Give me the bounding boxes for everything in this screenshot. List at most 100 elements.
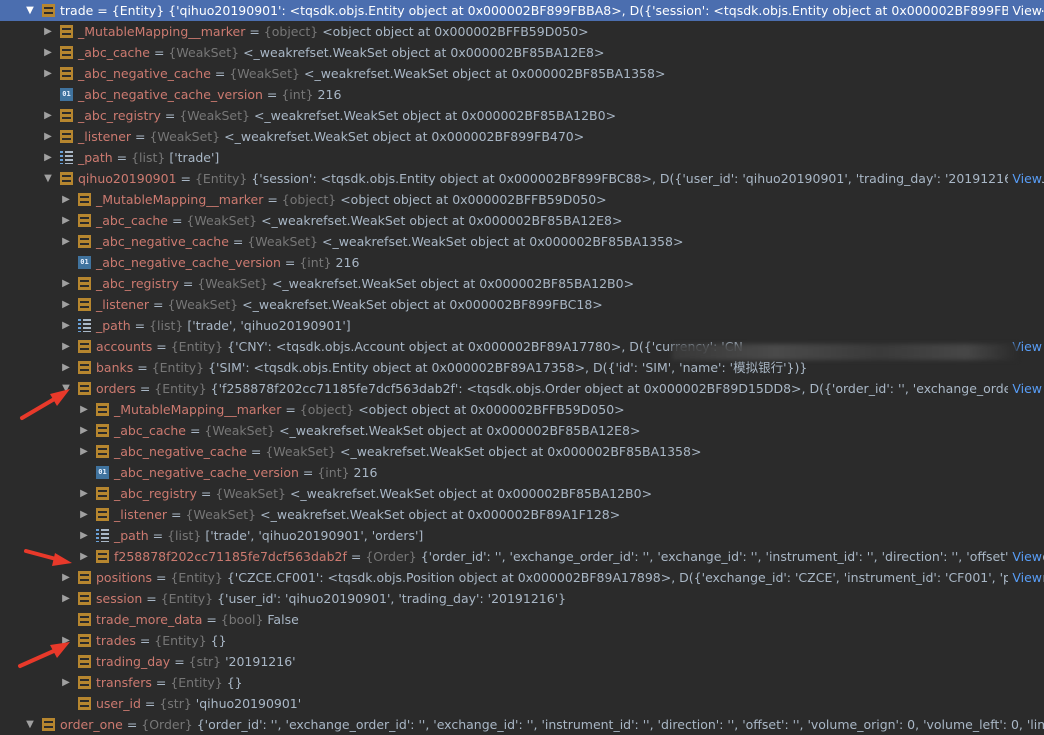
expand-arrow-icon[interactable]: ▶ — [78, 525, 90, 546]
equals-sign: = — [186, 423, 205, 438]
tree-row-abc-cache[interactable]: ▶ _abc_cache = {WeakSet} <_weakrefset.Wea… — [0, 420, 1044, 441]
variable-type: {str} — [159, 696, 192, 711]
expand-arrow-icon[interactable]: ▶ — [42, 21, 54, 42]
expand-arrow-icon[interactable]: ▶ — [42, 42, 54, 63]
variable-name: user_id — [96, 696, 141, 711]
tree-row-abc-negative-cache[interactable]: ▶ _abc_negative_cache = {WeakSet} <_weakr… — [0, 231, 1044, 252]
variable-value: <_weakrefset.WeakSet object at 0x000002B… — [339, 444, 702, 459]
tree-row-abc-registry[interactable]: ▶ _abc_registry = {WeakSet} <_weakrefset.… — [0, 105, 1044, 126]
tree-row-mutablemapping-marker[interactable]: ▶ _MutableMapping__marker = {object} <obj… — [0, 21, 1044, 42]
expand-arrow-icon[interactable]: ▶ — [78, 399, 90, 420]
tree-row-session[interactable]: ▶ session = {Entity} {'user_id': 'qihuo20… — [0, 588, 1044, 609]
tree-row-user-id[interactable]: user_id = {str} 'qihuo20190901' — [0, 693, 1044, 714]
expand-arrow-icon[interactable]: ▶ — [60, 294, 72, 315]
tree-row-mutablemapping-marker[interactable]: ▶ _MutableMapping__marker = {object} <obj… — [0, 399, 1044, 420]
variable-type: {WeakSet} — [247, 234, 318, 249]
expand-arrow-icon[interactable]: ▶ — [78, 441, 90, 462]
tree-row-abc-cache[interactable]: ▶ _abc_cache = {WeakSet} <_weakrefset.Wea… — [0, 210, 1044, 231]
variable-type: {WeakSet} — [186, 213, 258, 228]
collapse-arrow-icon[interactable]: ▼ — [24, 0, 36, 21]
object-type-icon — [96, 403, 109, 416]
view-link[interactable]: View — [1008, 546, 1042, 567]
tree-row-path[interactable]: ▶ _path = {list} ['trade', 'qihuo20190901… — [0, 315, 1044, 336]
expand-arrow-icon[interactable]: ▶ — [60, 567, 72, 588]
view-link[interactable]: View — [1008, 378, 1042, 399]
collapse-arrow-icon[interactable]: ▼ — [60, 378, 72, 399]
expand-arrow-icon[interactable]: ▶ — [42, 105, 54, 126]
expand-arrow-icon[interactable]: ▶ — [78, 504, 90, 525]
expand-arrow-icon[interactable]: ▶ — [60, 210, 72, 231]
tree-row-trade-more-data[interactable]: trade_more_data = {bool} False — [0, 609, 1044, 630]
variable-name: _abc_negative_cache — [96, 234, 229, 249]
expand-arrow-icon[interactable]: ▶ — [78, 546, 90, 567]
view-link[interactable]: View — [1008, 168, 1042, 189]
expand-arrow-icon[interactable]: ▶ — [42, 63, 54, 84]
tree-row-qihuo20190901[interactable]: ▼ qihuo20190901 = {Entity} {'session': <t… — [0, 168, 1044, 189]
view-link[interactable]: View — [1008, 567, 1042, 588]
expand-arrow-icon[interactable]: ▶ — [60, 336, 72, 357]
tree-row-text: f258878f202cc71185fe7dcf563dab2f = {Orde… — [114, 546, 1044, 567]
tree-row-abc-registry[interactable]: ▶ _abc_registry = {WeakSet} <_weakrefset.… — [0, 273, 1044, 294]
tree-row-trades[interactable]: ▶ trades = {Entity} {} — [0, 630, 1044, 651]
tree-row-abc-registry[interactable]: ▶ _abc_registry = {WeakSet} <_weakrefset.… — [0, 483, 1044, 504]
variable-type: {list} — [167, 528, 202, 543]
variable-name: _abc_registry — [114, 486, 197, 501]
tree-row-abc-cache[interactable]: ▶ _abc_cache = {WeakSet} <_weakrefset.Wea… — [0, 42, 1044, 63]
object-type-icon — [60, 25, 73, 38]
tree-row-path[interactable]: ▶ _path = {list} ['trade', 'qihuo20190901… — [0, 525, 1044, 546]
tree-row-transfers[interactable]: ▶ transfers = {Entity} {} — [0, 672, 1044, 693]
expand-arrow-icon[interactable]: ▶ — [42, 147, 54, 168]
variable-value: <_weakrefset.WeakSet object at 0x000002B… — [321, 234, 684, 249]
expand-arrow-icon[interactable]: ▶ — [60, 315, 72, 336]
equals-sign: = — [131, 129, 150, 144]
tree-row-order-one[interactable]: ▼ order_one = {Order} {'order_id': '', 'e… — [0, 714, 1044, 735]
expand-arrow-icon[interactable]: ▶ — [60, 273, 72, 294]
expand-arrow-icon[interactable]: ▶ — [60, 672, 72, 693]
tree-row-listener[interactable]: ▶ _listener = {WeakSet} <_weakrefset.Weak… — [0, 126, 1044, 147]
tree-row-listener[interactable]: ▶ _listener = {WeakSet} <_weakrefset.Weak… — [0, 294, 1044, 315]
expand-arrow-icon[interactable]: ▶ — [60, 231, 72, 252]
tree-row-banks[interactable]: ▶ banks = {Entity} {'SIM': <tqsdk.objs.En… — [0, 357, 1044, 378]
variable-type: {Entity} — [151, 360, 205, 375]
object-type-icon — [78, 676, 91, 689]
variables-tree: ▼ trade = {Entity} {'qihuo20190901': <tqs… — [0, 0, 1044, 732]
variable-type: {Entity} — [160, 591, 214, 606]
tree-row-listener[interactable]: ▶ _listener = {WeakSet} <_weakrefset.Weak… — [0, 504, 1044, 525]
expand-arrow-icon[interactable]: ▶ — [60, 357, 72, 378]
expand-arrow-icon[interactable]: ▶ — [78, 420, 90, 441]
expand-arrow-icon[interactable]: ▶ — [60, 189, 72, 210]
variable-value: <_weakrefset.WeakSet object at 0x000002B… — [224, 129, 585, 144]
tree-row-path[interactable]: ▶ _path = {list} ['trade'] — [0, 147, 1044, 168]
variable-value: 216 — [335, 255, 360, 270]
object-type-icon — [96, 445, 109, 458]
tree-row-trade[interactable]: ▼ trade = {Entity} {'qihuo20190901': <tqs… — [0, 0, 1044, 21]
tree-row-text: _abc_negative_cache_version = {int} 216 — [96, 252, 359, 273]
tree-row-abc-negative-cache-version[interactable]: 01 _abc_negative_cache_version = {int} 21… — [0, 84, 1044, 105]
expand-arrow-icon[interactable]: ▶ — [60, 630, 72, 651]
view-link[interactable]: View — [1008, 0, 1042, 21]
tree-row-positions[interactable]: ▶ positions = {Entity} {'CZCE.CF001': <tq… — [0, 567, 1044, 588]
tree-row-abc-negative-cache[interactable]: ▶ _abc_negative_cache = {WeakSet} <_weakr… — [0, 63, 1044, 84]
tree-row-f258878f202cc71185fe7dcf563dab2f[interactable]: ▶ f258878f202cc71185fe7dcf563dab2f = {Ord… — [0, 546, 1044, 567]
tree-row-abc-negative-cache[interactable]: ▶ _abc_negative_cache = {WeakSet} <_weakr… — [0, 441, 1044, 462]
equals-sign: = — [152, 339, 171, 354]
tree-row-text: positions = {Entity} {'CZCE.CF001': <tqs… — [96, 567, 1044, 588]
object-type-icon — [78, 235, 91, 248]
tree-row-abc-negative-cache-version[interactable]: 01 _abc_negative_cache_version = {int} 21… — [0, 462, 1044, 483]
collapse-arrow-icon[interactable]: ▼ — [42, 168, 54, 189]
expand-arrow-icon[interactable]: ▶ — [42, 126, 54, 147]
variable-value: <_weakrefset.WeakSet object at 0x000002B… — [242, 297, 603, 312]
collapse-arrow-icon[interactable]: ▼ — [24, 714, 36, 735]
tree-row-abc-negative-cache-version[interactable]: 01 _abc_negative_cache_version = {int} 21… — [0, 252, 1044, 273]
expand-arrow-icon[interactable]: ▶ — [60, 588, 72, 609]
object-type-icon — [78, 361, 91, 374]
expand-arrow-icon[interactable]: ▶ — [78, 483, 90, 504]
object-type-icon — [78, 571, 91, 584]
tree-row-trading-day[interactable]: trading_day = {str} '20191216' — [0, 651, 1044, 672]
equals-sign: = — [167, 507, 186, 522]
equals-sign: = — [202, 612, 221, 627]
tree-row-orders[interactable]: ▼ orders = {Entity} {'f258878f202cc71185f… — [0, 378, 1044, 399]
object-type-icon — [60, 172, 73, 185]
variable-type: {str} — [188, 654, 222, 669]
tree-row-mutablemapping-marker[interactable]: ▶ _MutableMapping__marker = {object} <obj… — [0, 189, 1044, 210]
